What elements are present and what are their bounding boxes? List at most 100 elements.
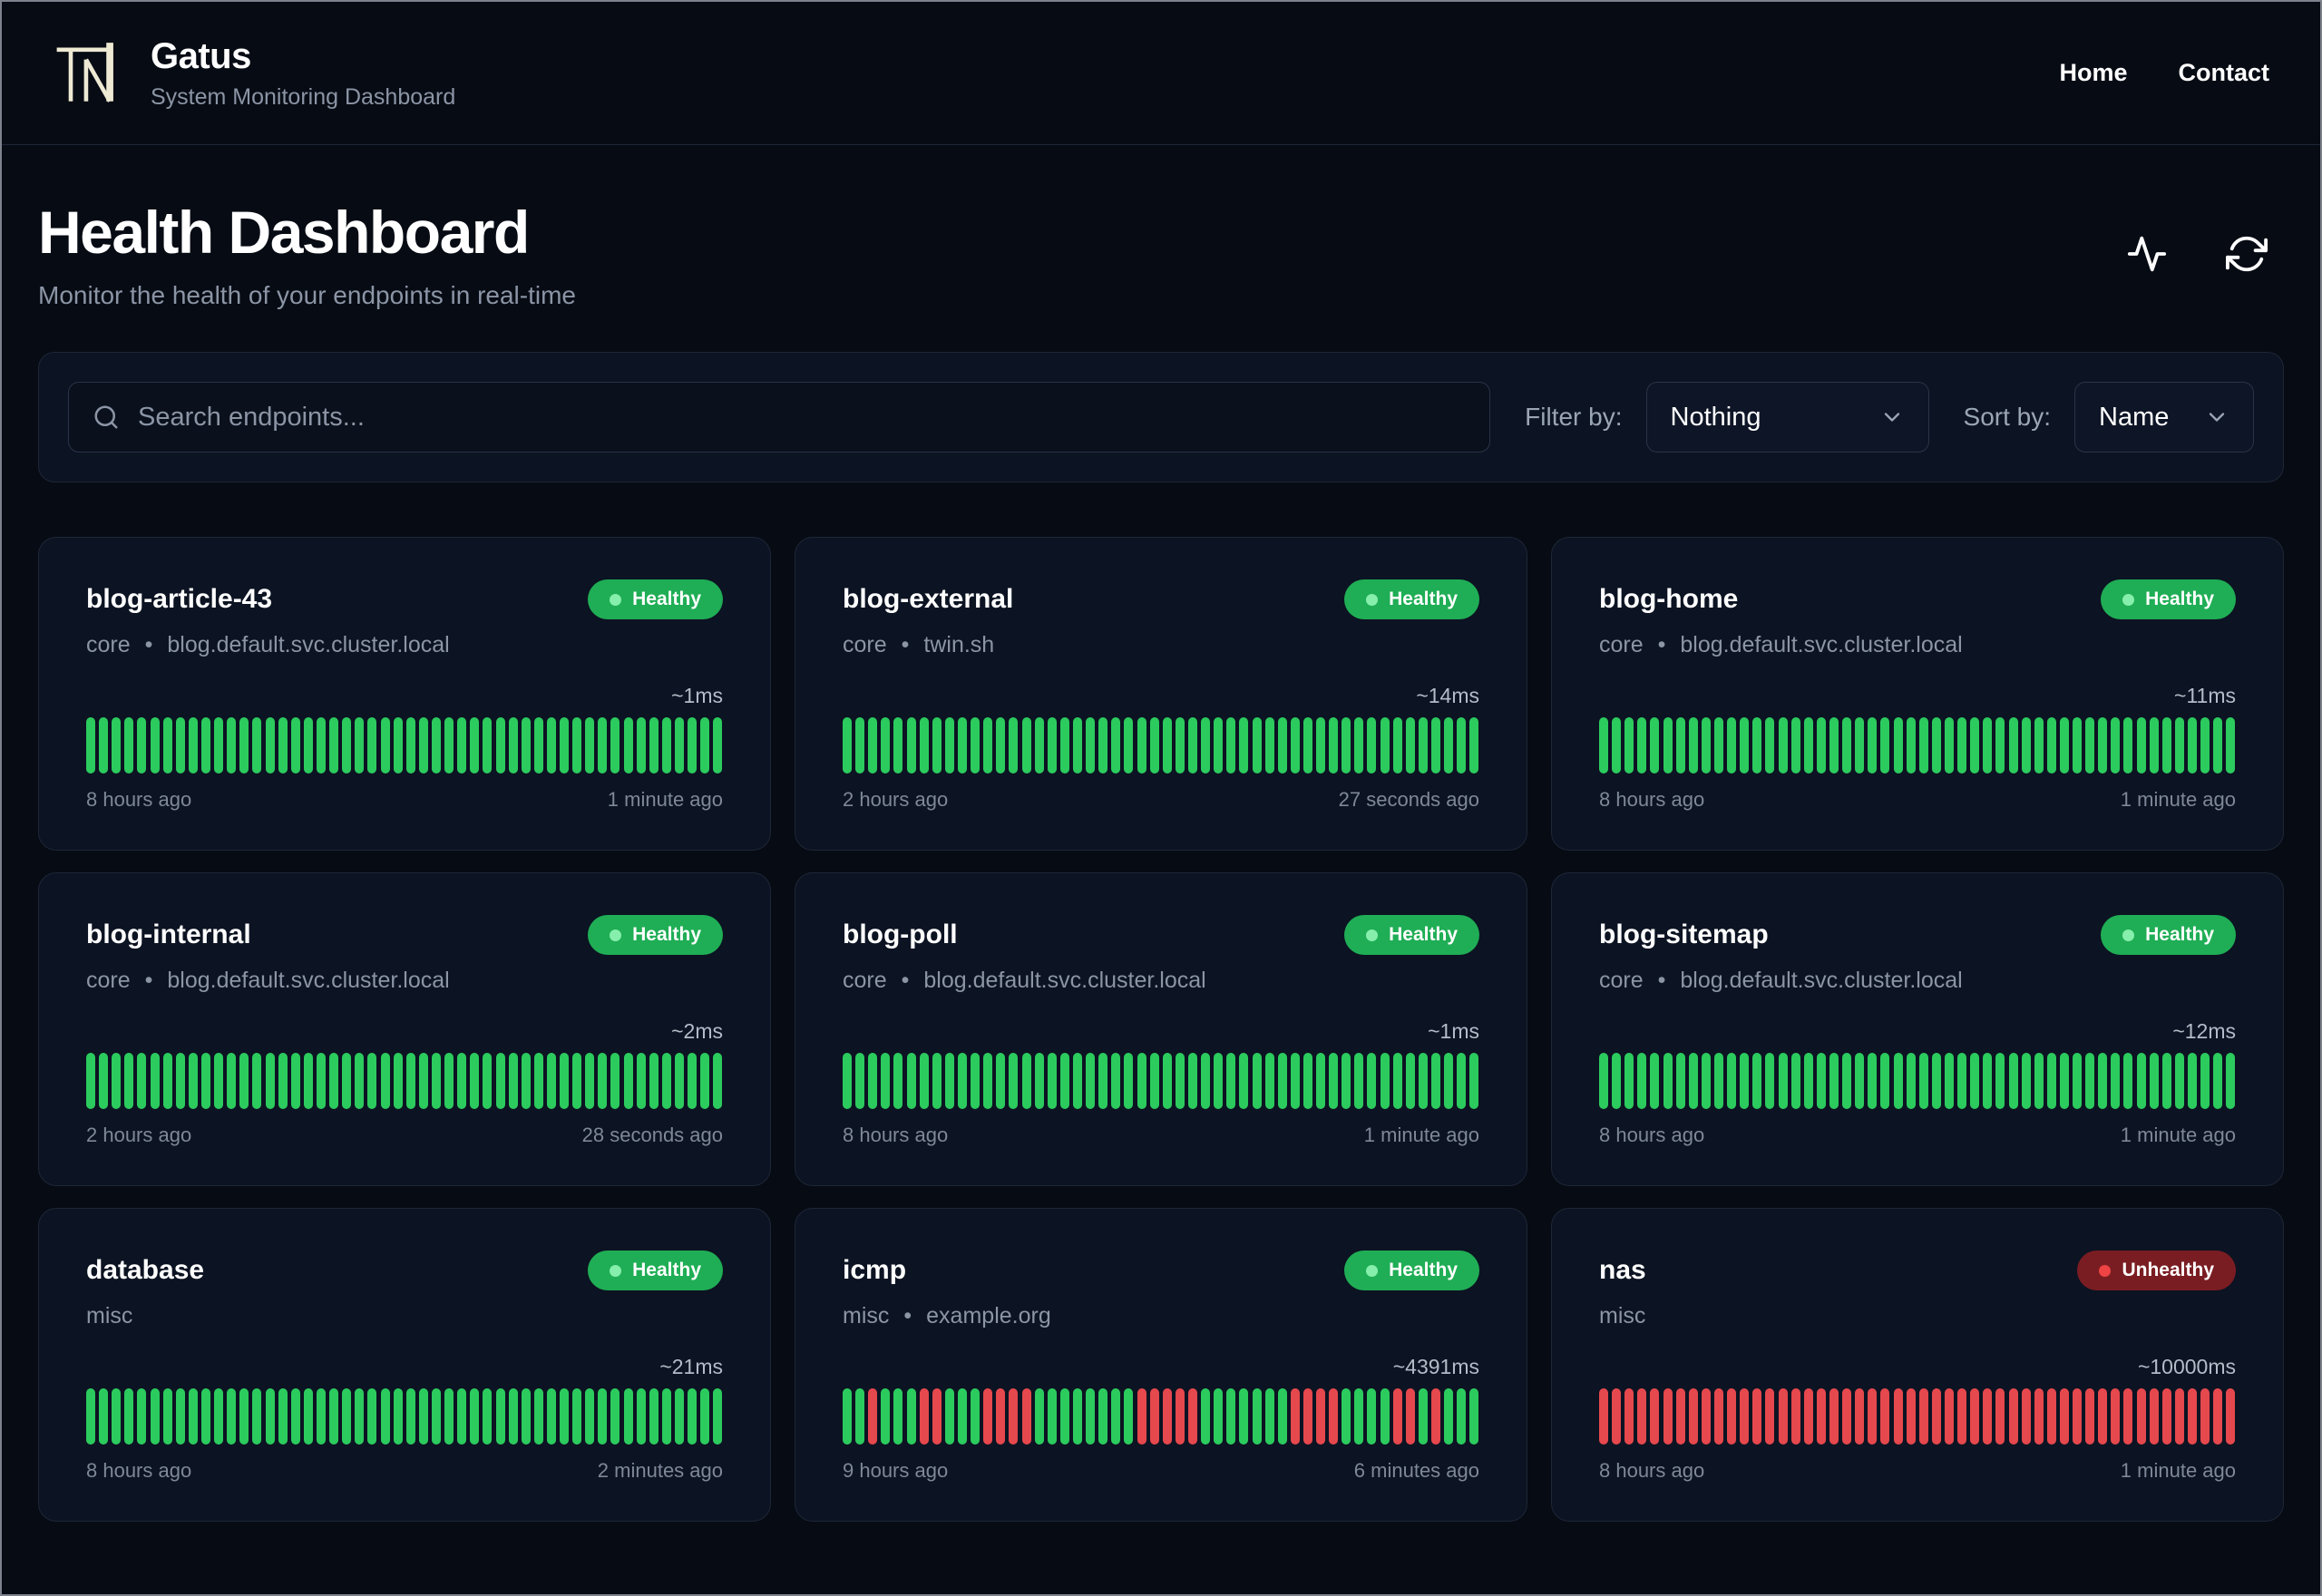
uptime-bar[interactable]: [329, 1388, 339, 1445]
uptime-bar[interactable]: [661, 1053, 671, 1109]
uptime-bar[interactable]: [1957, 717, 1967, 774]
uptime-bar[interactable]: [367, 1053, 377, 1109]
endpoint-card[interactable]: blog-home Healthy core • blog.default.sv…: [1551, 537, 2284, 851]
uptime-bar[interactable]: [316, 1053, 326, 1109]
uptime-bar[interactable]: [1239, 1053, 1249, 1109]
uptime-bar[interactable]: [393, 1388, 403, 1445]
uptime-bar[interactable]: [1983, 1053, 1993, 1109]
uptime-bar[interactable]: [86, 1053, 95, 1109]
uptime-bar[interactable]: [1713, 1388, 1723, 1445]
uptime-bar[interactable]: [1137, 717, 1146, 774]
uptime-bar[interactable]: [1201, 717, 1211, 774]
uptime-bar[interactable]: [1599, 1053, 1608, 1109]
uptime-bar[interactable]: [1162, 717, 1172, 774]
uptime-bar[interactable]: [932, 717, 941, 774]
uptime-bar[interactable]: [393, 717, 403, 774]
uptime-bar[interactable]: [1418, 1053, 1428, 1109]
uptime-bar[interactable]: [1392, 1053, 1402, 1109]
uptime-bar[interactable]: [2149, 1388, 2159, 1445]
uptime-bar[interactable]: [944, 717, 954, 774]
uptime-bar[interactable]: [971, 1388, 981, 1445]
endpoint-card[interactable]: database Healthy misc ~21ms 8 hours ago …: [38, 1208, 771, 1522]
uptime-bar[interactable]: [983, 1388, 993, 1445]
uptime-bar[interactable]: [1392, 1388, 1402, 1445]
uptime-bar[interactable]: [700, 717, 710, 774]
uptime-bar[interactable]: [508, 1053, 518, 1109]
uptime-bar[interactable]: [355, 717, 365, 774]
uptime-bar[interactable]: [303, 717, 313, 774]
uptime-bar[interactable]: [2226, 1053, 2236, 1109]
uptime-bar[interactable]: [1599, 717, 1608, 774]
refresh-icon[interactable]: [2226, 233, 2268, 275]
uptime-bar[interactable]: [1341, 1388, 1351, 1445]
uptime-bar[interactable]: [1663, 717, 1673, 774]
uptime-bar[interactable]: [2059, 717, 2069, 774]
uptime-bar[interactable]: [636, 717, 646, 774]
uptime-bar[interactable]: [2174, 1388, 2184, 1445]
uptime-bar[interactable]: [470, 1388, 480, 1445]
uptime-bar[interactable]: [1072, 717, 1082, 774]
uptime-bar[interactable]: [1405, 1388, 1415, 1445]
uptime-bar[interactable]: [2059, 1388, 2069, 1445]
endpoint-card[interactable]: icmp Healthy misc • example.org ~4391ms …: [795, 1208, 1527, 1522]
uptime-bar[interactable]: [1868, 717, 1878, 774]
uptime-bar[interactable]: [2123, 1388, 2133, 1445]
uptime-bar[interactable]: [1944, 1388, 1954, 1445]
uptime-bar[interactable]: [2136, 1053, 2146, 1109]
uptime-bar[interactable]: [919, 1053, 929, 1109]
uptime-bar[interactable]: [893, 717, 903, 774]
uptime-bar[interactable]: [2034, 717, 2044, 774]
uptime-bar[interactable]: [1431, 1388, 1441, 1445]
uptime-bar[interactable]: [1418, 717, 1428, 774]
uptime-bar[interactable]: [124, 1388, 134, 1445]
uptime-bar[interactable]: [1803, 717, 1813, 774]
uptime-bar[interactable]: [1124, 1388, 1134, 1445]
uptime-bar[interactable]: [355, 1053, 365, 1109]
uptime-bar[interactable]: [444, 1388, 454, 1445]
uptime-bar[interactable]: [1829, 717, 1839, 774]
uptime-bar[interactable]: [533, 1388, 543, 1445]
uptime-bar[interactable]: [2174, 1053, 2184, 1109]
uptime-bar[interactable]: [881, 1053, 891, 1109]
uptime-bar[interactable]: [1162, 1053, 1172, 1109]
uptime-bar[interactable]: [227, 717, 237, 774]
uptime-bar[interactable]: [1277, 1388, 1287, 1445]
uptime-bar[interactable]: [1469, 1053, 1479, 1109]
uptime-bar[interactable]: [99, 1388, 109, 1445]
uptime-bar[interactable]: [1663, 1053, 1673, 1109]
uptime-bar[interactable]: [355, 1388, 365, 1445]
uptime-bar[interactable]: [598, 1053, 608, 1109]
uptime-bar[interactable]: [1752, 717, 1762, 774]
uptime-bar[interactable]: [1047, 1388, 1057, 1445]
uptime-bar[interactable]: [1201, 1053, 1211, 1109]
uptime-bar[interactable]: [1803, 1053, 1813, 1109]
uptime-bar[interactable]: [1175, 717, 1185, 774]
uptime-bar[interactable]: [1957, 1053, 1967, 1109]
uptime-bar[interactable]: [1778, 1053, 1788, 1109]
uptime-bar[interactable]: [1226, 1053, 1236, 1109]
uptime-bar[interactable]: [418, 1053, 428, 1109]
uptime-bar[interactable]: [1111, 1053, 1121, 1109]
uptime-bar[interactable]: [2021, 1388, 2031, 1445]
endpoint-card[interactable]: blog-internal Healthy core • blog.defaul…: [38, 872, 771, 1186]
uptime-bar[interactable]: [675, 1388, 685, 1445]
uptime-bar[interactable]: [1855, 1053, 1865, 1109]
uptime-bar[interactable]: [1893, 1053, 1903, 1109]
uptime-bar[interactable]: [2161, 717, 2171, 774]
uptime-bar[interactable]: [2200, 1388, 2210, 1445]
uptime-bar[interactable]: [1765, 1053, 1775, 1109]
uptime-bar[interactable]: [1893, 717, 1903, 774]
uptime-bar[interactable]: [2136, 1388, 2146, 1445]
endpoint-card[interactable]: blog-sitemap Healthy core • blog.default…: [1551, 872, 2284, 1186]
uptime-bar[interactable]: [906, 717, 916, 774]
uptime-bar[interactable]: [1124, 1053, 1134, 1109]
uptime-bar[interactable]: [1944, 1053, 1954, 1109]
uptime-bar[interactable]: [2085, 717, 2095, 774]
nav-link-contact[interactable]: Contact: [2179, 59, 2270, 87]
uptime-bar[interactable]: [521, 717, 531, 774]
uptime-bar[interactable]: [1457, 717, 1467, 774]
uptime-bar[interactable]: [1983, 717, 1993, 774]
uptime-bar[interactable]: [649, 717, 659, 774]
uptime-bar[interactable]: [1624, 717, 1634, 774]
uptime-bar[interactable]: [137, 717, 147, 774]
